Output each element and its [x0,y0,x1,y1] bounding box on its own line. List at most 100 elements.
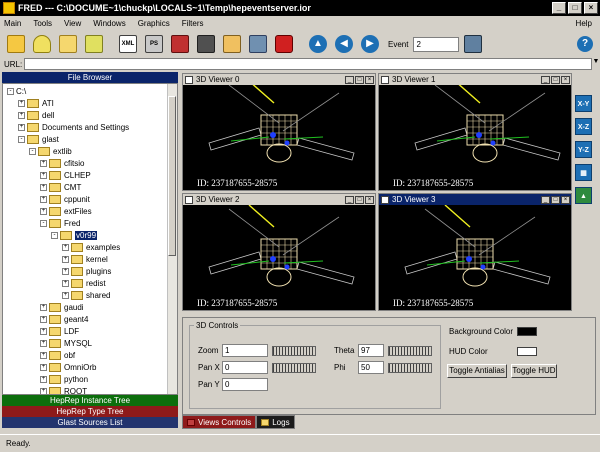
tools-button[interactable] [168,32,192,56]
tree-item[interactable]: + MYSQL [40,338,92,349]
viewer-1[interactable]: 3D Viewer 1 _ □ × ID: 237187655-28575 [378,73,572,191]
tree-item[interactable]: + obf [40,350,75,361]
expand-icon[interactable]: + [18,124,25,131]
pan-x-slider[interactable] [272,362,316,373]
tree-scroll-thumb[interactable] [168,96,176,256]
tree-item[interactable]: + OmniOrb [40,362,96,373]
heprep-instance-tree-tab[interactable]: HepRep Instance Tree [2,395,178,406]
tree-item[interactable]: + cfitsio [40,158,84,169]
single-layout-button[interactable]: ▲ [575,187,592,204]
tree-item[interactable]: - v0r99 [51,230,98,241]
ps-button[interactable]: PS [142,32,166,56]
phi-input[interactable] [358,361,384,374]
background-color-swatch[interactable] [517,327,537,336]
expand-icon[interactable]: + [40,196,47,203]
menu-tools[interactable]: Tools [33,19,52,28]
tree-item[interactable]: + CMT [40,182,81,193]
viewer-close-button[interactable]: × [561,195,570,204]
collapse-icon[interactable]: - [7,88,14,95]
grid-layout-button[interactable]: ▦ [575,164,592,181]
viewer-close-button[interactable]: × [561,75,570,84]
pan-y-input[interactable] [222,378,268,391]
tree-item[interactable]: + redist [62,278,106,289]
open-button[interactable] [4,32,28,56]
tree-item[interactable]: + LDF [40,326,79,337]
close-button[interactable]: × [584,2,598,14]
viewer-close-button[interactable]: × [365,195,374,204]
menu-filters[interactable]: Filters [182,19,204,28]
viewer-maximize-button[interactable]: □ [355,195,364,204]
first-event-button[interactable]: ▲ [306,32,330,56]
prev-event-button[interactable]: ◀ [332,32,356,56]
heprep-type-tree-tab[interactable]: HepRep Type Tree [2,406,178,417]
viewer-minimize-button[interactable]: _ [345,75,354,84]
zoom-slider[interactable] [272,345,316,356]
menu-windows[interactable]: Windows [93,19,125,28]
open-url-button[interactable] [30,32,54,56]
tree-item[interactable]: + python [40,374,88,385]
expand-icon[interactable]: + [40,352,47,359]
tree-item[interactable]: + gaudi [40,302,84,313]
collapse-icon[interactable]: - [51,232,58,239]
tree-item[interactable]: + kernel [62,254,108,265]
pencil-button[interactable] [220,32,244,56]
event-input[interactable] [413,36,460,52]
phi-slider[interactable] [388,362,432,373]
expand-icon[interactable]: + [18,112,25,119]
tree-item[interactable]: + ATI [18,98,54,109]
pan-x-input[interactable] [222,361,268,374]
viewer-close-button[interactable]: × [365,75,374,84]
stack-button[interactable] [82,32,106,56]
tab-logs[interactable]: Logs [256,415,295,429]
expand-icon[interactable]: + [40,364,47,371]
expand-icon[interactable]: + [40,184,47,191]
view-xy-button[interactable]: X-Y [575,95,592,112]
tree-item[interactable]: - C:\ [7,86,26,97]
tree-item[interactable]: + Documents and Settings [18,122,129,133]
tree-item[interactable]: + geant4 [40,314,88,325]
next-event-button[interactable]: ▶ [358,32,382,56]
viewer-2[interactable]: 3D Viewer 2 _ □ × ID: 237187655-28575 [182,193,376,311]
view-yz-button[interactable]: Y-Z [575,141,592,158]
tree-item[interactable]: + CLHEP [40,170,91,181]
glast-sources-list-tab[interactable]: Glast Sources List [2,417,178,428]
tab-views-controls[interactable]: Views Controls [182,415,257,429]
url-dropdown-icon[interactable]: ▼ [592,58,600,70]
view-xz-button[interactable]: X-Z [575,118,592,135]
viewer-maximize-button[interactable]: □ [551,75,560,84]
viewer-maximize-button[interactable]: □ [551,195,560,204]
tree-item[interactable]: + extFiles [40,206,92,217]
tree-item[interactable]: + plugins [62,266,111,277]
tree-item[interactable]: - Fred [40,218,80,229]
collapse-icon[interactable]: - [40,220,47,227]
expand-icon[interactable]: + [40,304,47,311]
expand-icon[interactable]: + [40,388,47,394]
broom-button[interactable] [246,32,270,56]
expand-icon[interactable]: + [40,208,47,215]
toggle-antialias-button[interactable]: Toggle Antialias [447,364,507,378]
menu-graphics[interactable]: Graphics [138,19,170,28]
tree-item[interactable]: + ROOT [40,386,87,394]
toggle-hud-button[interactable]: Toggle HUD [511,364,557,378]
theta-slider[interactable] [388,345,432,356]
expand-icon[interactable]: + [62,256,69,263]
collapse-icon[interactable]: - [18,136,25,143]
viewer-minimize-button[interactable]: _ [541,195,550,204]
expand-icon[interactable]: + [40,328,47,335]
zoom-input[interactable] [222,344,268,357]
maximize-button[interactable]: □ [568,2,582,14]
camera-button[interactable] [194,32,218,56]
expand-icon[interactable]: + [40,376,47,383]
expand-icon[interactable]: + [40,316,47,323]
expand-icon[interactable]: + [62,244,69,251]
stop-button[interactable] [272,32,296,56]
tree-item[interactable]: - extlib [29,146,72,157]
expand-icon[interactable]: + [40,340,47,347]
expand-icon[interactable]: + [62,292,69,299]
viewer-0[interactable]: 3D Viewer 0 _ □ × ID: 237187655-28575 [182,73,376,191]
menu-main[interactable]: Main [4,19,21,28]
help-icon[interactable]: ? [577,36,593,52]
collapse-icon[interactable]: - [29,148,36,155]
viewer-3[interactable]: 3D Viewer 3 _ □ × ID: 237187655-28575 [378,193,572,311]
xml-button[interactable]: XML [116,32,140,56]
